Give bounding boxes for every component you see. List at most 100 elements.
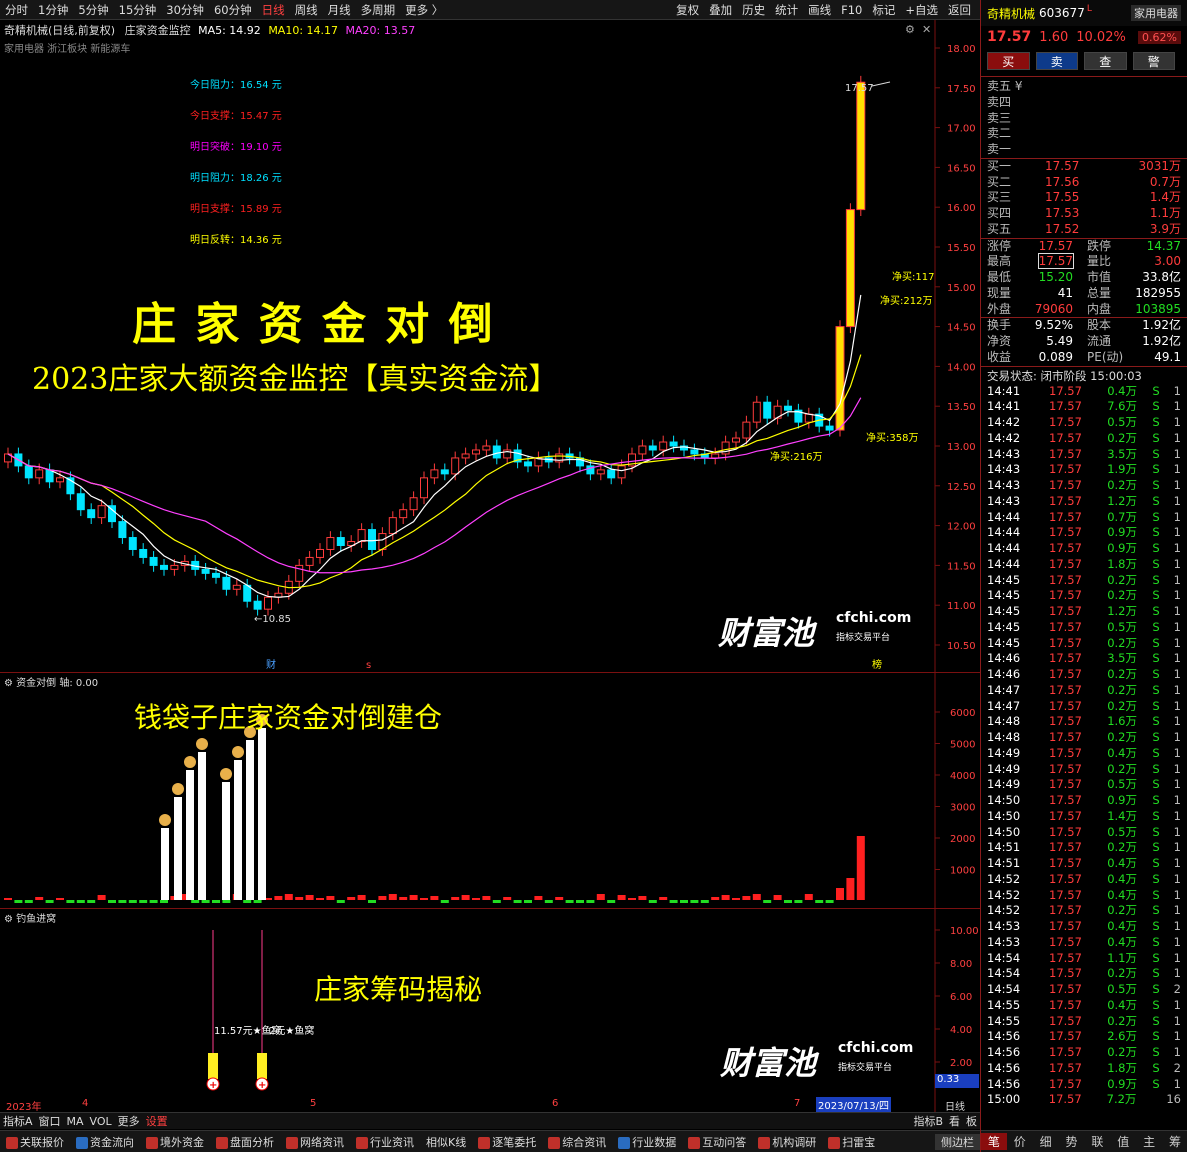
fishing-tick: 2.00 bbox=[950, 1058, 972, 1069]
fund-bar bbox=[326, 896, 335, 900]
fund-panel[interactable]: 6000 5000 4000 3000 2000 1000 ⚙ 资金对倒 轴: 0.00 … bbox=[0, 672, 980, 908]
view-tab[interactable]: 值 bbox=[1110, 1133, 1136, 1150]
settings-gear-icon[interactable]: ⚙ bbox=[4, 678, 13, 689]
sector-name[interactable]: 家用电器 bbox=[1131, 5, 1181, 21]
info-tab[interactable]: 网络资讯 bbox=[280, 1134, 350, 1150]
fishing-panel[interactable]: 10.00 8.00 6.00 4.00 2.00 + + ⚙ 钓鱼进窝 庄家筹码揭秘 … bbox=[0, 908, 980, 1112]
tab-more[interactable]: 更多 bbox=[115, 1113, 143, 1129]
tick-list[interactable]: 14:41 17.57 0.4万 S 1 14:41 17.57 7.6万 S 1 14:42 17.… bbox=[981, 384, 1187, 1109]
tool-button[interactable]: 画线 bbox=[803, 2, 836, 18]
view-tab[interactable]: 筹 bbox=[1162, 1133, 1187, 1150]
info-tab[interactable]: 逐笔委托 bbox=[472, 1134, 542, 1150]
period-tab[interactable]: 月线 bbox=[323, 2, 356, 18]
fund-bar bbox=[825, 900, 834, 903]
tab-look[interactable]: 看 bbox=[946, 1113, 963, 1129]
event-marker[interactable]: s bbox=[366, 660, 371, 671]
tab-window[interactable]: 窗口 bbox=[36, 1113, 64, 1129]
info-tab[interactable]: 行业数据 bbox=[612, 1134, 682, 1150]
view-tab[interactable]: 势 bbox=[1059, 1133, 1085, 1150]
info-tab[interactable]: 相似K线 bbox=[420, 1134, 472, 1150]
period-tab[interactable]: 周线 bbox=[290, 2, 323, 18]
tool-button[interactable]: 统计 bbox=[770, 2, 803, 18]
indicator-name[interactable]: 庄家资金监控 bbox=[125, 24, 191, 37]
bid-row[interactable]: 买二 17.56 0.7万 bbox=[987, 175, 1181, 191]
period-tab[interactable]: 分时 bbox=[0, 2, 33, 18]
price-tick: 11.50 bbox=[947, 561, 976, 572]
stock-code: 603677 bbox=[1039, 6, 1085, 20]
candle bbox=[201, 568, 210, 574]
tick-row: 14:43 17.57 3.5万 S 1 bbox=[987, 446, 1181, 461]
info-tab[interactable]: 行业资讯 bbox=[350, 1134, 420, 1150]
info-tab[interactable]: 扫雷宝 bbox=[822, 1134, 881, 1150]
back-button[interactable]: 返回 bbox=[943, 2, 976, 18]
fishing-tick: 8.00 bbox=[950, 959, 972, 970]
fund-bar bbox=[305, 895, 314, 900]
tab-settings[interactable]: 设置 bbox=[143, 1113, 171, 1129]
kline-chart[interactable]: 18.00 17.50 17.00 16.50 16.00 15.50 15.00 14.50… bbox=[0, 20, 980, 672]
fund-bar bbox=[617, 895, 626, 900]
tool-button[interactable]: 历史 bbox=[737, 2, 770, 18]
bid-row[interactable]: 买三 17.55 1.4万 bbox=[987, 190, 1181, 206]
info-tab[interactable]: 综合资讯 bbox=[542, 1134, 612, 1150]
tick-row: 14:44 17.57 1.8万 S 1 bbox=[987, 556, 1181, 571]
tool-button[interactable]: 复权 bbox=[671, 2, 704, 18]
fishing-tick: 6.00 bbox=[950, 992, 972, 1003]
period-tab[interactable]: 30分钟 bbox=[161, 2, 209, 18]
sidebar-toggle[interactable]: 侧边栏 bbox=[935, 1133, 980, 1150]
tool-button[interactable]: 标记 bbox=[867, 2, 900, 18]
tab-indicator-a[interactable]: 指标A bbox=[0, 1113, 36, 1129]
settings-gear-icon[interactable]: ⚙ bbox=[905, 23, 915, 36]
buy-button[interactable]: 买 bbox=[987, 52, 1030, 70]
tab-board[interactable]: 板 bbox=[963, 1113, 980, 1129]
fund-bar bbox=[721, 895, 730, 900]
period-tab[interactable]: 5分钟 bbox=[73, 2, 113, 18]
settings-gear-icon[interactable]: ⚙ bbox=[4, 914, 13, 925]
view-tab[interactable]: 笔 bbox=[981, 1133, 1007, 1150]
period-tab[interactable]: 多周期 bbox=[356, 2, 401, 18]
tool-button[interactable]: F10 bbox=[836, 3, 867, 17]
tick-row: 14:50 17.57 1.4万 S 1 bbox=[987, 808, 1181, 823]
info-tab[interactable]: 境外资金 bbox=[140, 1134, 210, 1150]
stat-row: 净资 5.49 流通 1.92亿 bbox=[987, 334, 1181, 348]
fund-bar bbox=[451, 897, 460, 900]
period-tab-daily[interactable]: 日线 bbox=[257, 2, 290, 18]
tab-indicator-b[interactable]: 指标B bbox=[910, 1113, 946, 1129]
query-button[interactable]: 查 bbox=[1084, 52, 1127, 70]
sell-button[interactable]: 卖 bbox=[1035, 52, 1078, 70]
period-tab[interactable]: 1分钟 bbox=[33, 2, 73, 18]
period-tab[interactable]: 15分钟 bbox=[114, 2, 162, 18]
fund-bar bbox=[409, 895, 418, 900]
buildup-bar bbox=[258, 728, 266, 900]
view-tab[interactable]: 联 bbox=[1085, 1133, 1111, 1150]
bid-row[interactable]: 买五 17.52 3.9万 bbox=[987, 222, 1181, 238]
alert-button[interactable]: 警 bbox=[1132, 52, 1175, 70]
candle bbox=[160, 564, 168, 570]
tool-button[interactable]: 叠加 bbox=[704, 2, 737, 18]
info-tab[interactable]: 机构调研 bbox=[752, 1134, 822, 1150]
fund-bar bbox=[66, 900, 75, 903]
tab-ma[interactable]: MA bbox=[64, 1115, 87, 1128]
price-tick: 14.50 bbox=[947, 323, 976, 334]
info-tab[interactable]: 盘面分析 bbox=[210, 1134, 280, 1150]
more-periods-button[interactable]: 更多 〉 bbox=[400, 2, 448, 18]
ma10-value: MA10: 14.17 bbox=[268, 24, 339, 37]
tab-vol[interactable]: VOL bbox=[87, 1115, 115, 1128]
tick-row: 14:41 17.57 7.6万 S 1 bbox=[987, 399, 1181, 414]
view-tab[interactable]: 价 bbox=[1007, 1133, 1033, 1150]
period-tab[interactable]: 60分钟 bbox=[209, 2, 257, 18]
fund-bars bbox=[4, 714, 865, 903]
tick-row: 14:42 17.57 0.5万 S 1 bbox=[987, 415, 1181, 429]
add-watchlist-button[interactable]: +自选 bbox=[900, 2, 943, 18]
fund-overlay-text: 钱袋子庄家资金对倒建仓 bbox=[134, 701, 443, 734]
info-tab[interactable]: 资金流向 bbox=[70, 1134, 140, 1150]
fund-bar bbox=[513, 900, 522, 903]
bid-row[interactable]: 买四 17.53 1.1万 bbox=[987, 206, 1181, 222]
close-icon[interactable]: ✕ bbox=[922, 23, 931, 36]
event-marker[interactable]: 财 bbox=[266, 658, 276, 671]
view-tab[interactable]: 主 bbox=[1136, 1133, 1162, 1150]
view-tab[interactable]: 细 bbox=[1033, 1133, 1059, 1150]
bid-row[interactable]: 买一 17.57 3031万 bbox=[987, 159, 1181, 175]
event-marker[interactable]: 榜 bbox=[872, 658, 882, 671]
info-tab[interactable]: 关联报价 bbox=[0, 1134, 70, 1150]
info-tab[interactable]: 互动问答 bbox=[682, 1134, 752, 1150]
